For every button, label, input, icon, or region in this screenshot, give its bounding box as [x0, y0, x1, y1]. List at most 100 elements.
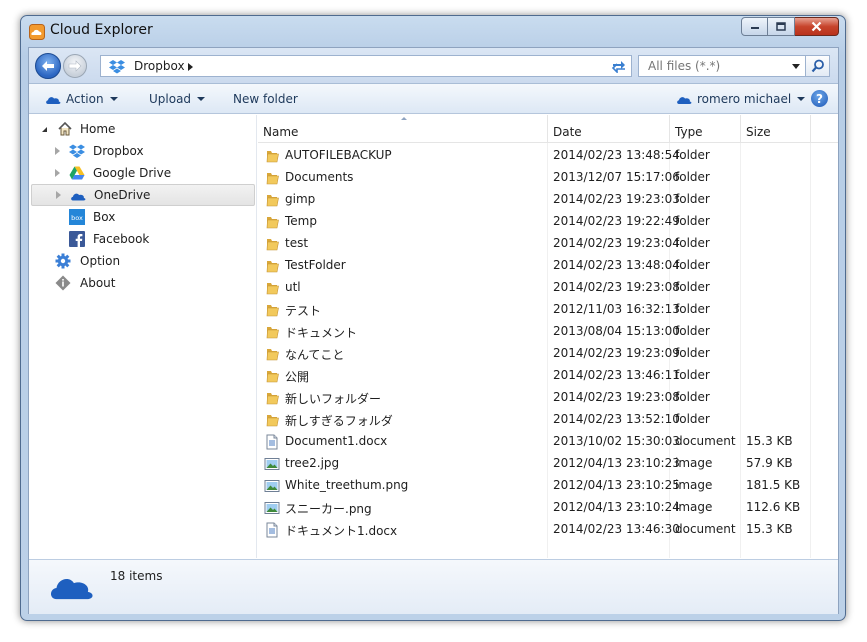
file-type: folder	[675, 390, 710, 404]
address-bar[interactable]: Dropbox	[100, 55, 632, 77]
file-date: 2014/02/23 13:48:54	[553, 148, 680, 162]
window-controls	[741, 17, 839, 36]
file-type: folder	[675, 412, 710, 426]
expand-arrow-icon[interactable]	[55, 169, 60, 177]
table-row[interactable]: utl 2014/02/23 19:23:08 folder	[258, 276, 838, 298]
file-type: folder	[675, 280, 710, 294]
file-type: image	[675, 500, 713, 514]
table-row[interactable]: AUTOFILEBACKUP 2014/02/23 13:48:54 folder	[258, 144, 838, 166]
sidebar-item-facebook[interactable]: Facebook	[29, 228, 255, 250]
column-header-name[interactable]: Name	[258, 115, 548, 143]
file-filter[interactable]	[638, 55, 806, 77]
breadcrumb-arrow-icon[interactable]	[188, 63, 193, 71]
search-icon	[811, 59, 824, 73]
table-row[interactable]: tree2.jpg 2012/04/13 23:10:23 image 57.9 KB	[258, 452, 838, 474]
table-row[interactable]: test 2014/02/23 19:23:04 folder	[258, 232, 838, 254]
sidebar-item-box[interactable]: box Box	[29, 206, 255, 228]
file-type: document	[675, 522, 736, 536]
file-name: 新しいフォルダー	[285, 392, 382, 406]
title-bar[interactable]: Cloud Explorer	[21, 16, 845, 46]
minimize-button[interactable]	[741, 17, 768, 36]
maximize-icon	[776, 22, 786, 31]
help-icon: ?	[816, 91, 823, 106]
maximize-button[interactable]	[768, 17, 795, 36]
expand-arrow-icon[interactable]	[56, 191, 61, 199]
file-name: ドキュメント	[285, 326, 358, 340]
document-icon	[264, 434, 280, 450]
file-name: tree2.jpg	[285, 456, 340, 470]
table-row[interactable]: ドキュメント1.docx 2014/02/23 13:46:30 document 1…	[258, 518, 838, 540]
file-date: 2014/02/23 13:46:11	[553, 368, 680, 382]
sidebar-item-label: OneDrive	[94, 188, 151, 202]
column-header-date[interactable]: Date	[548, 115, 670, 143]
table-row[interactable]: なんてこと 2014/02/23 19:23:09 folder	[258, 342, 838, 364]
file-name: なんてこと	[285, 348, 345, 362]
folder-icon	[264, 412, 280, 428]
file-type: folder	[675, 192, 710, 206]
table-row[interactable]: スニーカー.png 2012/04/13 23:10:24 image 112.6 K…	[258, 496, 838, 518]
sidebar-item-option[interactable]: Option	[29, 250, 255, 272]
file-date: 2013/08/04 15:13:00	[553, 324, 680, 338]
sidebar-item-dropbox[interactable]: Dropbox	[29, 140, 255, 162]
folder-icon	[264, 324, 280, 340]
address-location: Dropbox	[134, 59, 185, 73]
sidebar-item-onedrive[interactable]: OneDrive	[31, 184, 255, 206]
file-date: 2013/10/02 15:30:03	[553, 434, 680, 448]
close-button[interactable]	[795, 17, 839, 36]
file-filter-input[interactable]	[639, 56, 789, 76]
file-type: folder	[675, 236, 710, 250]
dropbox-icon	[109, 60, 125, 74]
sidebar-item-about[interactable]: About	[29, 272, 255, 294]
file-type: folder	[675, 170, 710, 184]
file-name: 公開	[285, 370, 310, 384]
collapse-arrow-icon[interactable]	[42, 127, 47, 132]
facebook-icon	[69, 231, 85, 247]
user-menu-button[interactable]: romero michael	[676, 92, 806, 106]
file-date: 2014/02/23 19:23:08	[553, 390, 680, 404]
table-row[interactable]: Temp 2014/02/23 19:22:49 folder	[258, 210, 838, 232]
table-row[interactable]: 公開 2014/02/23 13:46:11 folder	[258, 364, 838, 386]
file-date: 2012/11/03 16:32:13	[553, 302, 680, 316]
folder-icon	[264, 148, 280, 164]
file-type: image	[675, 478, 713, 492]
column-header-type[interactable]: Type	[670, 115, 741, 143]
expand-arrow-icon[interactable]	[55, 147, 60, 155]
search-button[interactable]	[806, 55, 830, 77]
chevron-down-icon[interactable]	[792, 64, 800, 69]
refresh-button[interactable]	[606, 55, 632, 77]
file-date: 2014/02/23 13:48:04	[553, 258, 680, 272]
table-row[interactable]: Documents 2013/12/07 15:17:06 folder	[258, 166, 838, 188]
table-row[interactable]: ドキュメント 2013/08/04 15:13:00 folder	[258, 320, 838, 342]
sidebar-item-label: Box	[93, 210, 116, 224]
window-title: Cloud Explorer	[50, 22, 153, 38]
action-menu-button[interactable]: Action	[45, 92, 118, 106]
new-folder-button[interactable]: New folder	[233, 92, 298, 106]
forward-button[interactable]	[63, 54, 87, 78]
file-size: 15.3 KB	[746, 434, 793, 448]
table-row[interactable]: TestFolder 2014/02/23 13:48:04 folder	[258, 254, 838, 276]
item-count: 18 items	[110, 569, 163, 583]
image-icon	[264, 456, 280, 472]
file-date: 2014/02/23 19:23:03	[553, 192, 680, 206]
file-name: utl	[285, 280, 301, 294]
file-date: 2012/04/13 23:10:23	[553, 456, 680, 470]
table-row[interactable]: 新しすぎるフォルダ 2014/02/23 13:52:10 folder	[258, 408, 838, 430]
client-area: Dropbox All files (*.*) Action Upload Ne…	[28, 47, 839, 614]
column-header-size[interactable]: Size	[741, 115, 811, 143]
table-row[interactable]: テスト 2012/11/03 16:32:13 folder	[258, 298, 838, 320]
sidebar-item-google-drive[interactable]: Google Drive	[29, 162, 255, 184]
back-button[interactable]	[35, 53, 61, 79]
table-row[interactable]: 新しいフォルダー 2014/02/23 19:23:08 folder	[258, 386, 838, 408]
folder-icon	[264, 280, 280, 296]
table-row[interactable]: Document1.docx 2013/10/02 15:30:03 documen…	[258, 430, 838, 452]
file-date: 2012/04/13 23:10:25	[553, 478, 680, 492]
sidebar-item-home[interactable]: Home	[29, 118, 255, 140]
file-date: 2014/02/23 13:52:10	[553, 412, 680, 426]
help-button[interactable]: ?	[811, 90, 828, 107]
navigation-bar: Dropbox	[29, 48, 838, 84]
file-type: folder	[675, 148, 710, 162]
table-row[interactable]: White_treethum.png 2012/04/13 23:10:25 ima…	[258, 474, 838, 496]
folder-icon	[264, 236, 280, 252]
table-row[interactable]: gimp 2014/02/23 19:23:03 folder	[258, 188, 838, 210]
upload-menu-button[interactable]: Upload	[149, 92, 206, 106]
